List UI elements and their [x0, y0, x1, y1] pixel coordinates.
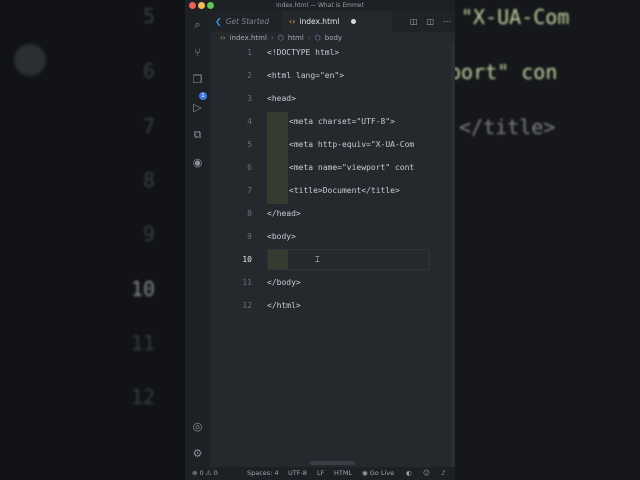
error-icon: ⊗: [192, 469, 198, 477]
tab-label: Get Started: [225, 17, 270, 26]
bg-line-number: 9: [143, 222, 156, 246]
more-actions-icon[interactable]: ⋯: [443, 17, 451, 26]
background-right-panel: "X-UA-Com port" con </title>: [455, 0, 640, 480]
bg-code-fragment: "X-UA-Com: [461, 5, 570, 29]
language-mode-status[interactable]: HTML: [334, 467, 352, 480]
tab-index-html[interactable]: ‹› index.html: [282, 11, 392, 32]
line-number: 5: [247, 140, 252, 149]
bg-code-fragment: </title>: [459, 115, 556, 139]
code-line: <head>: [267, 94, 296, 103]
notification-badge: 1: [199, 92, 207, 100]
indentation-status[interactable]: Spaces: 4: [247, 467, 279, 480]
explorer-icon[interactable]: ❐: [191, 73, 204, 86]
settings-gear-icon[interactable]: ⚙: [191, 447, 204, 460]
background-left-panel: 5 6 7 8 9 10 11 12: [0, 0, 185, 480]
bg-line-number: 7: [143, 114, 156, 138]
vscode-logo-icon: ❮: [215, 17, 222, 26]
line-number: 8: [247, 209, 252, 218]
code-line: <meta charset="UTF-8">: [289, 117, 395, 126]
warning-count: 0: [213, 469, 218, 477]
code-line: </head>: [267, 209, 301, 218]
current-line-highlight: [267, 249, 430, 270]
code-line: <meta http-equiv="X-UA-Com: [289, 140, 415, 149]
text-cursor-icon: ⌶: [315, 255, 320, 264]
tab-bar: ❮ Get Started ‹› index.html ◫ ◫ ⋯: [210, 11, 455, 32]
html-file-icon: ‹›: [220, 34, 226, 42]
bg-line-number: 5: [143, 4, 156, 28]
breadcrumb-item[interactable]: html: [288, 34, 304, 42]
eol-status[interactable]: LF: [317, 467, 324, 480]
code-line: <html lang="en">: [267, 71, 345, 80]
warning-icon: ⚠: [205, 469, 212, 477]
bg-code-fragment: port" con: [455, 60, 558, 84]
run-debug-icon[interactable]: ▷: [191, 101, 204, 114]
chevron-right-icon: ›: [307, 34, 311, 42]
code-line: <meta name="viewport" cont: [289, 163, 415, 172]
vertical-scrollbar[interactable]: [451, 44, 455, 467]
breadcrumb-item[interactable]: body: [325, 34, 342, 42]
tab-get-started[interactable]: ❮ Get Started: [210, 11, 282, 32]
bg-line-number: 10: [131, 277, 156, 301]
line-number: 7: [247, 186, 252, 195]
indent-guide: [267, 112, 288, 204]
extensions-icon[interactable]: ⧉: [191, 128, 204, 141]
code-line: </body>: [267, 278, 301, 287]
github-icon[interactable]: ◉: [191, 156, 204, 169]
line-number: 3: [247, 94, 252, 103]
problems-indicator[interactable]: ⊗ 0 ⚠ 0: [192, 467, 218, 480]
go-live-button[interactable]: ◉ Go Live: [362, 467, 394, 480]
title-bar: index.html — What is Emmet: [185, 0, 455, 11]
source-control-icon[interactable]: ⑂: [191, 46, 204, 59]
code-line: <!DOCTYPE html>: [267, 48, 340, 57]
line-number: 11: [242, 278, 252, 287]
account-icon[interactable]: ◎: [191, 420, 204, 433]
element-icon: ⬡: [314, 34, 321, 42]
horizontal-scrollbar[interactable]: [310, 461, 355, 465]
line-number: 2: [247, 71, 252, 80]
split-editor-icon[interactable]: ◫: [426, 17, 434, 26]
code-line: <title>Document</title>: [289, 186, 400, 195]
element-icon: ⬡: [277, 34, 284, 42]
line-number: 6: [247, 163, 252, 172]
unsaved-changes-dot[interactable]: [351, 19, 356, 24]
window-title: index.html — What is Emmet: [276, 2, 364, 9]
error-count: 0: [199, 469, 204, 477]
bg-line-number: 11: [131, 331, 156, 355]
broadcast-icon: ◉: [362, 469, 368, 477]
tab-label: index.html: [299, 17, 340, 26]
chevron-right-icon: ›: [270, 34, 274, 42]
editor-window: index.html — What is Emmet ⌕ ⑂ ❐ 1 ▷ ⧉ ◉…: [185, 0, 455, 480]
editor-actions: ◫ ◫ ⋯: [410, 11, 451, 32]
github-icon: [14, 44, 46, 76]
line-number: 1: [247, 48, 252, 57]
open-preview-icon[interactable]: ◫: [410, 17, 418, 26]
search-icon[interactable]: ⌕: [191, 18, 204, 31]
activity-bar: ⌕ ⑂ ❐ 1 ▷ ⧉ ◉ ◎ ⚙: [185, 11, 210, 467]
feedback-icon[interactable]: ☺: [423, 467, 430, 480]
code-line: </html>: [267, 301, 301, 310]
copilot-icon[interactable]: ◐: [406, 467, 412, 480]
code-editor[interactable]: 1 2 3 4 5 6 7 8 9 10 11 12 <!DOCTYPE htm…: [210, 44, 455, 467]
line-number: 4: [247, 117, 252, 126]
line-number: 12: [242, 301, 252, 310]
encoding-status[interactable]: UTF-8: [288, 467, 307, 480]
line-number: 9: [247, 232, 252, 241]
html-file-icon: ‹›: [289, 17, 296, 26]
bg-line-number: 6: [143, 59, 156, 83]
bg-line-number: 12: [131, 385, 156, 409]
notifications-bell-icon[interactable]: ♪: [441, 467, 445, 480]
line-number: 10: [242, 255, 252, 264]
code-line: <body>: [267, 232, 296, 241]
breadcrumb: ‹› index.html › ⬡ html › ⬡ body: [210, 32, 455, 44]
breadcrumb-item[interactable]: index.html: [230, 34, 267, 42]
go-live-label: Go Live: [369, 469, 395, 477]
bg-line-number: 8: [143, 168, 156, 192]
status-bar: ⊗ 0 ⚠ 0 Spaces: 4 UTF-8 LF HTML ◉ Go Liv…: [185, 467, 455, 480]
